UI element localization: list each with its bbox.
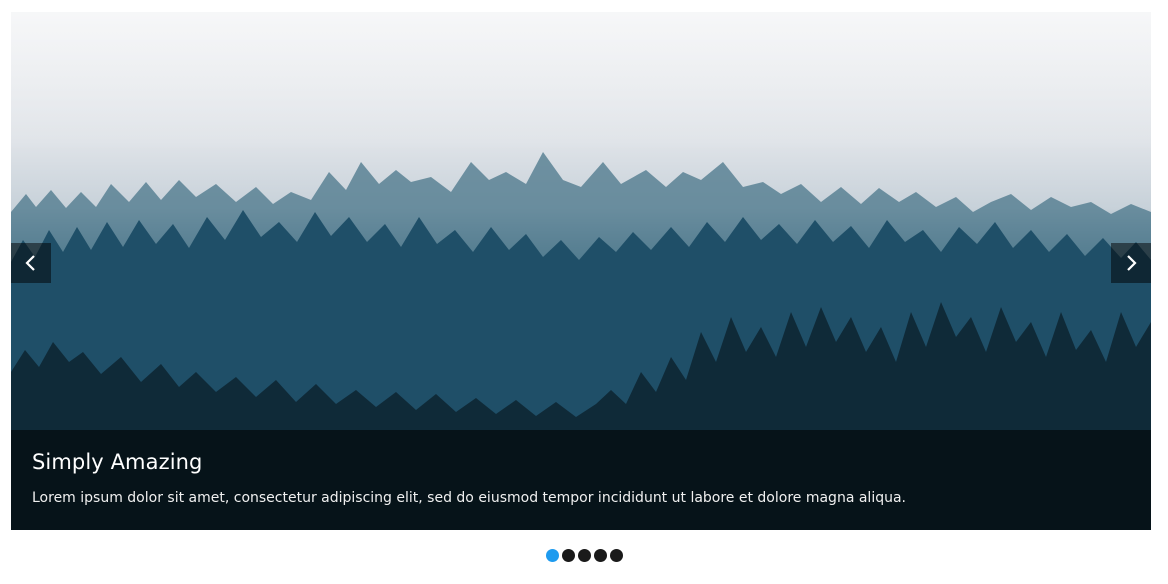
pager-dot-2[interactable] [561, 549, 575, 562]
pager-dot-4[interactable] [593, 549, 607, 562]
slide-caption: Simply Amazing Lorem ipsum dolor sit ame… [11, 430, 1151, 530]
pager-dot-5[interactable] [609, 549, 623, 562]
next-slide-button[interactable] [1111, 243, 1151, 283]
chevron-right-icon [1127, 255, 1137, 271]
image-slider[interactable]: Simply Amazing Lorem ipsum dolor sit ame… [11, 12, 1151, 530]
caption-title: Simply Amazing [32, 450, 203, 474]
chevron-left-icon [25, 255, 35, 271]
caption-text: Lorem ipsum dolor sit amet, consectetur … [32, 490, 906, 506]
pager-dot-3[interactable] [577, 549, 591, 562]
slide-pager [0, 549, 1168, 563]
previous-slide-button[interactable] [11, 243, 51, 283]
pager-dot-1[interactable] [545, 549, 559, 562]
